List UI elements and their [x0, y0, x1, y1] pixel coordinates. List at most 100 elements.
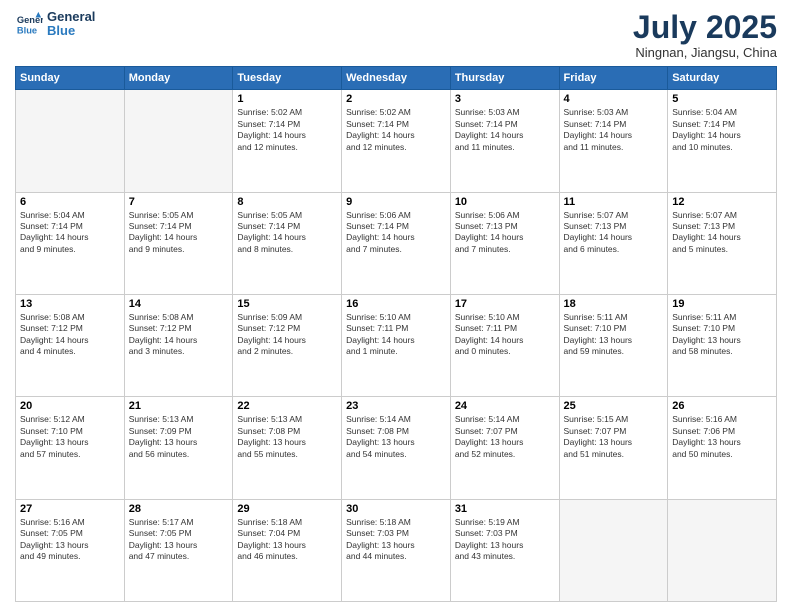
calendar-cell: 29Sunrise: 5:18 AMSunset: 7:04 PMDayligh…: [233, 499, 342, 601]
day-number: 21: [129, 400, 229, 412]
day-info: Sunrise: 5:08 AMSunset: 7:12 PMDaylight:…: [129, 312, 229, 358]
day-info: Sunrise: 5:17 AMSunset: 7:05 PMDaylight:…: [129, 517, 229, 563]
calendar-cell: 24 Sunrise: 5:14 AMSunset: 7:07 PMDayligh…: [450, 397, 559, 499]
week-row: 20 Sunrise: 5:12 AMSunset: 7:10 PMDayligh…: [16, 397, 777, 499]
day-info: Sunrise: 5:07 AMSunset: 7:13 PMDaylight:…: [564, 210, 664, 256]
calendar-table: SundayMondayTuesdayWednesdayThursdayFrid…: [15, 66, 777, 602]
day-info: Sunrise: 5:10 AMSunset: 7:11 PMDaylight:…: [455, 312, 555, 358]
calendar-cell: 13 Sunrise: 5:08 AMSunset: 7:12 PMDayligh…: [16, 294, 125, 396]
day-info: Sunrise: 5:19 AMSunset: 7:03 PMDaylight:…: [455, 517, 555, 563]
day-number: 20: [20, 400, 120, 412]
day-info: Sunrise: 5:02 AMSunset: 7:14 PMDaylight:…: [237, 107, 337, 153]
day-number: 13: [20, 298, 120, 310]
weekday-header: Friday: [559, 67, 668, 90]
calendar-cell: [668, 499, 777, 601]
svg-text:Blue: Blue: [17, 26, 37, 36]
day-number: 7: [129, 196, 229, 208]
day-info: Sunrise: 5:03 AMSunset: 7:14 PMDaylight:…: [455, 107, 555, 153]
calendar-cell: [16, 90, 125, 192]
day-number: 22: [237, 400, 337, 412]
location: Ningnan, Jiangsu, China: [633, 45, 777, 60]
calendar-cell: 5 Sunrise: 5:04 AMSunset: 7:14 PMDaylight…: [668, 90, 777, 192]
day-info: Sunrise: 5:14 AMSunset: 7:07 PMDaylight:…: [455, 414, 555, 460]
calendar-cell: 18Sunrise: 5:11 AMSunset: 7:10 PMDayligh…: [559, 294, 668, 396]
day-info: Sunrise: 5:07 AMSunset: 7:13 PMDaylight:…: [672, 210, 772, 256]
day-info: Sunrise: 5:14 AMSunset: 7:08 PMDaylight:…: [346, 414, 446, 460]
day-info: Sunrise: 5:05 AMSunset: 7:14 PMDaylight:…: [237, 210, 337, 256]
day-info: Sunrise: 5:09 AMSunset: 7:12 PMDaylight:…: [237, 312, 337, 358]
week-row: 6Sunrise: 5:04 AMSunset: 7:14 PMDaylight…: [16, 192, 777, 294]
day-info: Sunrise: 5:16 AMSunset: 7:05 PMDaylight:…: [20, 517, 120, 563]
day-number: 23: [346, 400, 446, 412]
calendar-cell: 4 Sunrise: 5:03 AMSunset: 7:14 PMDaylight…: [559, 90, 668, 192]
calendar-cell: [559, 499, 668, 601]
day-number: 12: [672, 196, 772, 208]
day-info: Sunrise: 5:06 AMSunset: 7:13 PMDaylight:…: [455, 210, 555, 256]
calendar-cell: 30Sunrise: 5:18 AMSunset: 7:03 PMDayligh…: [342, 499, 451, 601]
calendar-cell: 8 Sunrise: 5:05 AMSunset: 7:14 PMDaylight…: [233, 192, 342, 294]
day-number: 24: [455, 400, 555, 412]
week-row: 1 Sunrise: 5:02 AMSunset: 7:14 PMDaylight…: [16, 90, 777, 192]
day-number: 14: [129, 298, 229, 310]
calendar-cell: 20 Sunrise: 5:12 AMSunset: 7:10 PMDayligh…: [16, 397, 125, 499]
logo-icon: General Blue: [15, 10, 43, 38]
month-title: July 2025: [633, 10, 777, 45]
calendar-cell: 22 Sunrise: 5:13 AMSunset: 7:08 PMDayligh…: [233, 397, 342, 499]
day-info: Sunrise: 5:06 AMSunset: 7:14 PMDaylight:…: [346, 210, 446, 256]
page: General Blue General Blue July 2025 Ning…: [0, 0, 792, 612]
title-block: July 2025 Ningnan, Jiangsu, China: [633, 10, 777, 60]
day-number: 17: [455, 298, 555, 310]
calendar-cell: 14 Sunrise: 5:08 AMSunset: 7:12 PMDayligh…: [124, 294, 233, 396]
calendar-cell: 31 Sunrise: 5:19 AMSunset: 7:03 PMDayligh…: [450, 499, 559, 601]
day-info: Sunrise: 5:12 AMSunset: 7:10 PMDaylight:…: [20, 414, 120, 460]
calendar-cell: 9 Sunrise: 5:06 AMSunset: 7:14 PMDaylight…: [342, 192, 451, 294]
calendar-cell: 6Sunrise: 5:04 AMSunset: 7:14 PMDaylight…: [16, 192, 125, 294]
logo: General Blue General Blue: [15, 10, 95, 39]
calendar-cell: 16Sunrise: 5:10 AMSunset: 7:11 PMDayligh…: [342, 294, 451, 396]
day-number: 25: [564, 400, 664, 412]
weekday-header-row: SundayMondayTuesdayWednesdayThursdayFrid…: [16, 67, 777, 90]
day-number: 2: [346, 93, 446, 105]
day-info: Sunrise: 5:04 AMSunset: 7:14 PMDaylight:…: [20, 210, 120, 256]
day-number: 15: [237, 298, 337, 310]
day-info: Sunrise: 5:04 AMSunset: 7:14 PMDaylight:…: [672, 107, 772, 153]
calendar-cell: 10Sunrise: 5:06 AMSunset: 7:13 PMDayligh…: [450, 192, 559, 294]
day-number: 8: [237, 196, 337, 208]
day-info: Sunrise: 5:13 AMSunset: 7:08 PMDaylight:…: [237, 414, 337, 460]
day-number: 1: [237, 93, 337, 105]
weekday-header: Thursday: [450, 67, 559, 90]
weekday-header: Monday: [124, 67, 233, 90]
day-number: 5: [672, 93, 772, 105]
calendar-cell: [124, 90, 233, 192]
calendar-cell: 28 Sunrise: 5:17 AMSunset: 7:05 PMDayligh…: [124, 499, 233, 601]
day-info: Sunrise: 5:11 AMSunset: 7:10 PMDaylight:…: [564, 312, 664, 358]
day-info: Sunrise: 5:13 AMSunset: 7:09 PMDaylight:…: [129, 414, 229, 460]
calendar-cell: 27 Sunrise: 5:16 AMSunset: 7:05 PMDayligh…: [16, 499, 125, 601]
day-number: 19: [672, 298, 772, 310]
calendar-cell: 12 Sunrise: 5:07 AMSunset: 7:13 PMDayligh…: [668, 192, 777, 294]
calendar-cell: 15 Sunrise: 5:09 AMSunset: 7:12 PMDayligh…: [233, 294, 342, 396]
calendar-cell: 17 Sunrise: 5:10 AMSunset: 7:11 PMDayligh…: [450, 294, 559, 396]
day-number: 4: [564, 93, 664, 105]
day-number: 29: [237, 503, 337, 515]
calendar-cell: 7 Sunrise: 5:05 AMSunset: 7:14 PMDaylight…: [124, 192, 233, 294]
day-number: 27: [20, 503, 120, 515]
weekday-header: Saturday: [668, 67, 777, 90]
day-info: Sunrise: 5:11 AMSunset: 7:10 PMDaylight:…: [672, 312, 772, 358]
logo-text-blue: Blue: [47, 24, 95, 38]
week-row: 13 Sunrise: 5:08 AMSunset: 7:12 PMDayligh…: [16, 294, 777, 396]
day-info: Sunrise: 5:08 AMSunset: 7:12 PMDaylight:…: [20, 312, 120, 358]
calendar-cell: 25Sunrise: 5:15 AMSunset: 7:07 PMDayligh…: [559, 397, 668, 499]
day-info: Sunrise: 5:18 AMSunset: 7:03 PMDaylight:…: [346, 517, 446, 563]
weekday-header: Wednesday: [342, 67, 451, 90]
day-info: Sunrise: 5:10 AMSunset: 7:11 PMDaylight:…: [346, 312, 446, 358]
day-info: Sunrise: 5:03 AMSunset: 7:14 PMDaylight:…: [564, 107, 664, 153]
day-number: 31: [455, 503, 555, 515]
calendar-cell: 26Sunrise: 5:16 AMSunset: 7:06 PMDayligh…: [668, 397, 777, 499]
day-number: 9: [346, 196, 446, 208]
header: General Blue General Blue July 2025 Ning…: [15, 10, 777, 60]
day-number: 28: [129, 503, 229, 515]
week-row: 27 Sunrise: 5:16 AMSunset: 7:05 PMDayligh…: [16, 499, 777, 601]
day-info: Sunrise: 5:05 AMSunset: 7:14 PMDaylight:…: [129, 210, 229, 256]
calendar-cell: 2Sunrise: 5:02 AMSunset: 7:14 PMDaylight…: [342, 90, 451, 192]
